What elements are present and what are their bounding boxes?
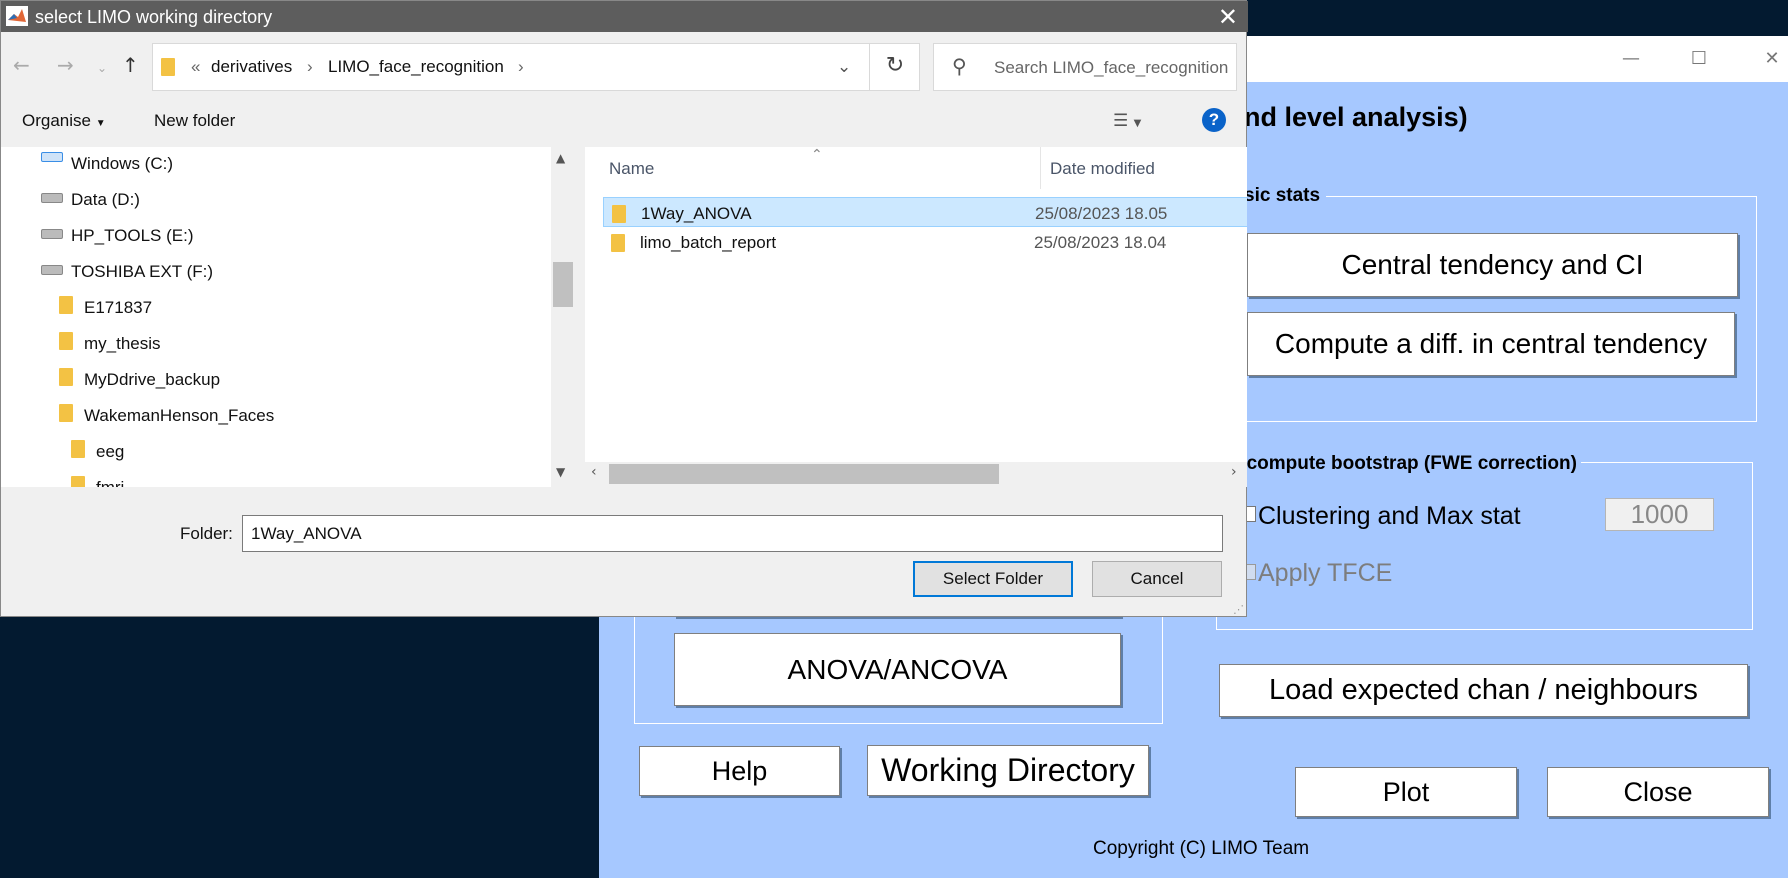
anova-ancova-button[interactable]: ANOVA/ANCOVA	[674, 633, 1121, 706]
refresh-icon[interactable]: ↻	[869, 43, 920, 91]
column-header-name[interactable]: Name	[609, 159, 654, 179]
folder-icon	[71, 476, 85, 487]
copyright-text: Copyright (C) LIMO Team	[1093, 838, 1310, 859]
new-folder-button[interactable]: New folder	[154, 111, 235, 131]
folder-icon	[161, 58, 175, 76]
navigation-pane: Windows (C:) Data (D:) HP_TOOLS (E:) TOS…	[1, 147, 576, 487]
plot-button[interactable]: Plot	[1295, 767, 1517, 817]
working-directory-button[interactable]: Working Directory	[867, 745, 1149, 796]
tree-item-label: eeg	[96, 442, 125, 461]
scroll-left-icon[interactable]: ‹	[591, 464, 597, 480]
tfce-label: Apply TFCE	[1258, 559, 1393, 587]
scroll-right-icon[interactable]: ›	[1231, 464, 1237, 480]
breadcrumb-limo-face-recognition[interactable]: LIMO_face_recognition	[328, 57, 504, 77]
folder-icon	[611, 234, 625, 252]
file-row-limo-batch-report[interactable]: limo_batch_report 25/08/2023 18.04	[603, 227, 1247, 257]
chevron-down-icon[interactable]: ⌄	[837, 57, 851, 77]
folder-name-input[interactable]	[242, 515, 1223, 552]
basic-stats-panel	[1230, 196, 1757, 422]
search-icon: ⚲	[952, 54, 967, 78]
tree-item-label: HP_TOOLS (E:)	[71, 226, 194, 245]
address-bar[interactable]: « derivatives › LIMO_face_recognition › …	[152, 43, 920, 91]
search-placeholder: Search LIMO_face_recognition	[994, 58, 1229, 77]
file-list-scrollbar[interactable]: ‹ ›	[585, 462, 1247, 487]
select-folder-button[interactable]: Select Folder	[913, 561, 1073, 597]
help-button[interactable]: Help	[639, 746, 840, 796]
bootstrap-title: ecompute bootstrap (FWE correction)	[1232, 453, 1581, 475]
bootstrap-panel	[1216, 462, 1753, 630]
folder-icon	[59, 296, 73, 314]
close-window-icon[interactable]: ✕	[1757, 46, 1787, 72]
organise-menu[interactable]: Organise ▼	[22, 111, 106, 131]
drive-icon	[41, 193, 63, 203]
file-list: Name ⌃ Date modified 1Way_ANOVA 25/08/20…	[585, 147, 1247, 462]
folder-icon	[59, 368, 73, 386]
file-date: 25/08/2023 18.05	[1035, 204, 1168, 223]
folder-icon	[59, 332, 73, 350]
back-arrow-icon[interactable]: ←	[13, 53, 30, 77]
n-boot-input[interactable]	[1605, 498, 1714, 531]
file-row-1way-anova[interactable]: 1Way_ANOVA 25/08/2023 18.05	[603, 197, 1247, 227]
tree-item-label: TOSHIBA EXT (F:)	[71, 262, 214, 281]
dialog-titlebar: select LIMO working directory ✕	[1, 1, 1248, 32]
folder-label: Folder:	[180, 524, 233, 543]
sort-up-icon: ⌃	[811, 147, 823, 163]
tree-item-label: E171837	[84, 298, 153, 317]
resize-grip-icon[interactable]: ⋰	[1233, 603, 1244, 616]
drive-icon	[41, 229, 63, 239]
tree-item-label: WakemanHenson_Faces	[84, 406, 275, 425]
tree-item-label: my_thesis	[84, 334, 161, 353]
tree-item-label: Data (D:)	[71, 190, 140, 209]
windows-drive-icon	[41, 152, 63, 162]
file-name: 1Way_ANOVA	[641, 204, 752, 223]
limo-titlebar: — ☐ ✕	[1247, 36, 1788, 82]
scroll-up-icon[interactable]: ▲	[556, 151, 565, 165]
maximize-icon[interactable]: ☐	[1684, 46, 1714, 72]
help-icon[interactable]: ?	[1202, 108, 1226, 132]
column-header-date-modified[interactable]: Date modified	[1050, 159, 1155, 179]
scroll-down-icon[interactable]: ▼	[556, 465, 565, 479]
file-date: 25/08/2023 18.04	[1034, 233, 1167, 252]
caret-down-icon: ▼	[95, 118, 106, 129]
tree-item-label: fmri	[96, 478, 124, 487]
up-arrow-icon[interactable]: ↑	[122, 53, 139, 77]
chevron-right-icon[interactable]: ›	[518, 57, 524, 77]
compute-diff-button[interactable]: Compute a diff. in central tendency	[1247, 312, 1735, 376]
cancel-button[interactable]: Cancel	[1092, 561, 1222, 597]
view-options-icon[interactable]: ☰ ▼	[1113, 111, 1141, 131]
tree-scrollbar[interactable]: ▲ ▼	[551, 147, 576, 487]
dialog-title: select LIMO working directory	[35, 7, 273, 27]
basic-stats-title: sic stats	[1238, 185, 1327, 207]
tree-item-label: MyDdrive_backup	[84, 370, 221, 389]
folder-icon	[612, 205, 626, 223]
breadcrumb-overflow[interactable]: «	[191, 57, 200, 77]
close-button[interactable]: Close	[1547, 767, 1769, 817]
minimize-icon[interactable]: —	[1616, 46, 1646, 72]
column-divider	[1040, 147, 1041, 189]
tree-item-label: Windows (C:)	[71, 154, 174, 173]
clustering-label: Clustering and Max stat	[1258, 502, 1521, 530]
drive-icon	[41, 265, 63, 275]
breadcrumb-derivatives[interactable]: derivatives	[211, 57, 292, 77]
central-tendency-button[interactable]: Central tendency and CI	[1247, 233, 1738, 297]
forward-arrow-icon[interactable]: →	[57, 53, 74, 77]
recent-locations-icon[interactable]: ⌄	[97, 61, 107, 75]
dialog-close-icon[interactable]: ✕	[1218, 3, 1238, 31]
select-folder-dialog: select LIMO working directory ✕ ← → ⌄ ↑ …	[0, 0, 1248, 617]
scrollbar-thumb[interactable]	[609, 464, 999, 484]
search-box[interactable]: ⚲ Search LIMO_face_recognition	[933, 43, 1237, 91]
organise-label: Organise	[22, 111, 91, 130]
chevron-right-icon[interactable]: ›	[307, 57, 313, 77]
folder-icon	[59, 404, 73, 422]
limo-page-title: nd level analysis)	[1244, 102, 1468, 132]
load-expected-chan-button[interactable]: Load expected chan / neighbours	[1219, 664, 1748, 717]
matlab-logo-icon	[6, 6, 28, 26]
folder-icon	[71, 440, 85, 458]
scrollbar-thumb[interactable]	[553, 262, 573, 307]
file-name: limo_batch_report	[640, 233, 777, 252]
